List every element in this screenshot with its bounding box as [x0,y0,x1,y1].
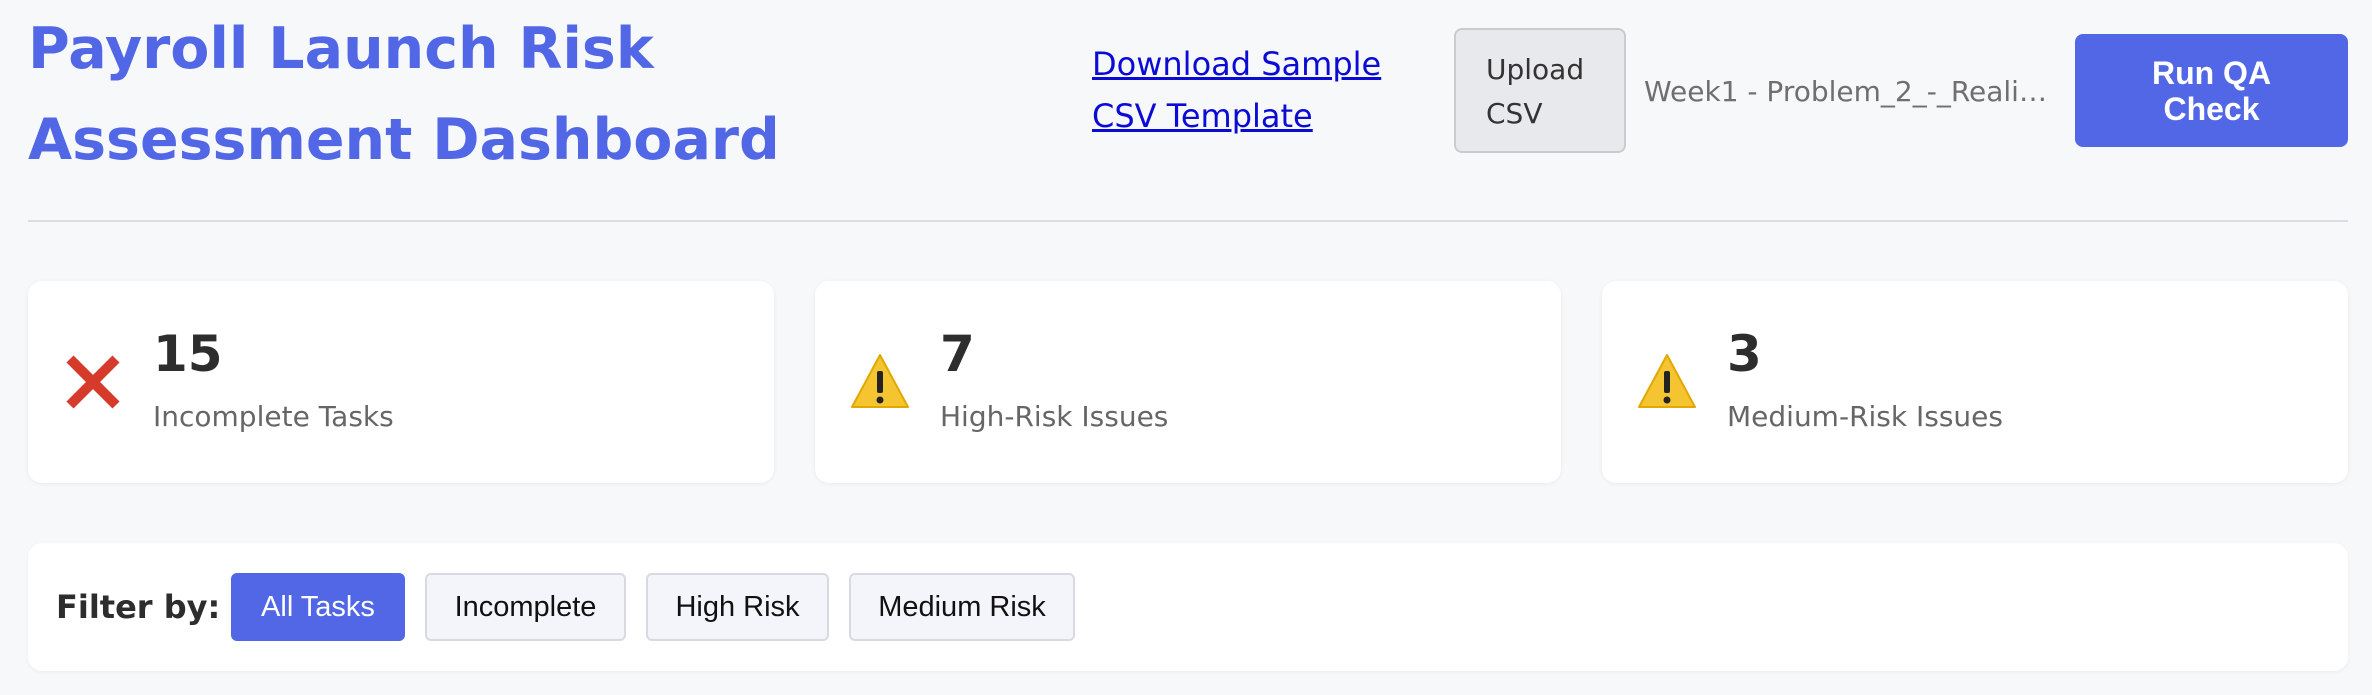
filter-label: Filter by: [56,588,221,626]
header: Payroll Launch Risk Assessment Dashboard… [28,0,2348,222]
stat-card-incomplete: 15 Incomplete Tasks [28,281,774,483]
stat-value: 15 [153,325,223,383]
warning-icon [849,351,911,413]
download-template-link[interactable]: Download Sample CSV Template [1092,38,1452,142]
filter-high-risk-button[interactable]: High Risk [646,573,829,641]
upload-csv-button[interactable]: Upload CSV [1454,28,1626,153]
cross-icon [62,351,124,413]
selected-file-name: Week1 - Problem_2_-_Realistic_Payroll_La… [1644,75,2054,108]
header-divider [28,220,2348,222]
stat-card-medium-risk: 3 Medium-Risk Issues [1602,281,2348,483]
run-qa-check-button[interactable]: Run QA Check [2075,34,2348,147]
stat-label: Incomplete Tasks [153,400,394,433]
filter-medium-risk-button[interactable]: Medium Risk [849,573,1075,641]
page-title: Payroll Launch Risk Assessment Dashboard [28,16,780,173]
filter-bar: Filter by: All Tasks Incomplete High Ris… [28,543,2348,671]
stat-value: 3 [1727,325,1762,383]
warning-icon [1636,351,1698,413]
stat-card-high-risk: 7 High-Risk Issues [815,281,1561,483]
stat-value: 7 [940,325,975,383]
filter-all-tasks-button[interactable]: All Tasks [231,573,405,641]
stat-label: High-Risk Issues [940,400,1169,433]
filter-incomplete-button[interactable]: Incomplete [425,573,626,641]
stat-label: Medium-Risk Issues [1727,400,2003,433]
